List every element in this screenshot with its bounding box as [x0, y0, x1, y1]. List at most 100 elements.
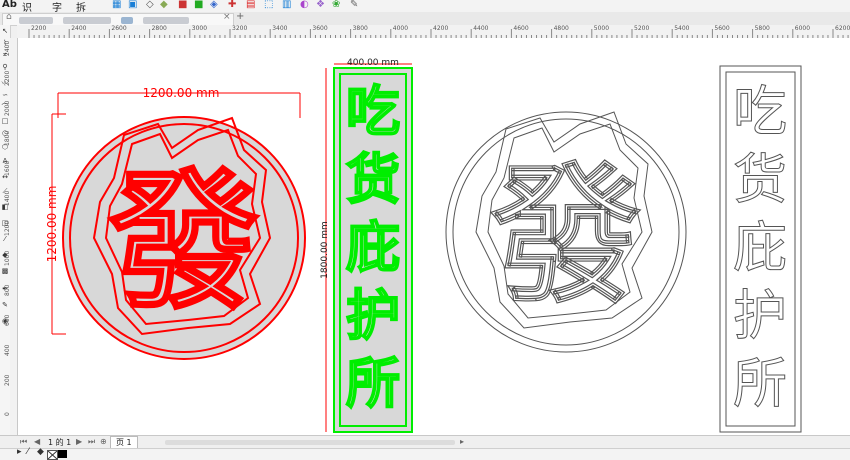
ruler-y-label: 400 — [4, 344, 11, 356]
ruler-y-label: 1600 — [4, 160, 11, 176]
outline-icon[interactable]: ▤ — [246, 0, 255, 10]
grid-icon[interactable]: ▦ — [112, 0, 121, 10]
page-navigator: ⏮ ◀ 1 的 1 ▶ ⏭ ⊕ 页 1 ▸ — [0, 435, 850, 449]
ruler-y-label: 1400 — [4, 190, 11, 206]
add-tab-icon[interactable]: + — [236, 11, 244, 22]
text-tool-icon[interactable]: Ab — [2, 0, 17, 10]
color-status-bar: ▸ ⁄ ◆ — [0, 447, 850, 460]
vertical-ruler: 2400 2200 2000 1800 1600 1400 1200 1000 800 600 40… — [4, 38, 18, 435]
horizontal-ruler: 2200 2400 2600 2800 3000 3200 3400 3600 3800 4000… — [17, 25, 850, 39]
outline-banner-char-4: 护 — [733, 284, 787, 347]
ruler-y-label: 1000 — [4, 250, 11, 266]
ruler-x-label: 3600 — [312, 25, 328, 32]
scroll-right-icon[interactable]: ▸ — [460, 437, 464, 446]
pattern-icon[interactable]: ▩ — [1, 267, 9, 275]
ruler-x-label: 3200 — [232, 25, 248, 32]
document-tab[interactable]: ⌂ × — [2, 12, 234, 25]
circle-outline-design[interactable]: 發 — [445, 111, 687, 353]
ruler-x-label: 5000 — [593, 25, 610, 32]
ruler-y-label: 1800 — [4, 130, 11, 146]
ruler-x-label: 4600 — [513, 25, 529, 32]
banner-height-dimension: 1800.00 mm — [320, 221, 330, 279]
arrange-icon[interactable]: ⬚ — [264, 0, 273, 10]
canvas-svg: 發 1200.00 mm 1200.00 mm 吃 货 庇 护 所 400.00… — [45, 58, 802, 433]
pointer-icon[interactable]: ↖ — [1, 27, 9, 35]
ruler-x-label: 4800 — [553, 25, 569, 32]
banner-char-5: 所 — [346, 352, 400, 415]
ruler-x-label: 5600 — [714, 25, 730, 32]
ruler-x-label: 5800 — [754, 25, 770, 32]
black-swatch[interactable] — [58, 450, 67, 458]
horizontal-scrollbar[interactable] — [165, 440, 455, 445]
transform-icon[interactable]: ◈ — [210, 0, 218, 10]
ruler-y-label: 800 — [4, 284, 11, 296]
banner-outline-design[interactable]: 吃 货 庇 护 所 — [719, 65, 802, 433]
ruler-y-label: 200 — [4, 374, 11, 386]
ruler-x-label: 2600 — [111, 25, 127, 32]
ruler-x-label: 4400 — [473, 25, 489, 32]
eyedropper-status-icon[interactable]: ⁄ — [27, 447, 29, 457]
page-count-label: 1 的 1 — [48, 438, 72, 447]
banner-char-4: 护 — [346, 284, 400, 347]
node-icon[interactable]: ◇ — [146, 0, 154, 10]
ruler-x-label: 3400 — [272, 25, 288, 32]
group-icon[interactable]: ▥ — [282, 0, 291, 10]
outline-pen-icon[interactable]: ✎ — [1, 301, 9, 309]
add-page-icon[interactable]: ⊕ — [100, 437, 107, 446]
ruler-x-label: 5200 — [634, 25, 650, 32]
last-page-icon[interactable]: ⏭ — [88, 437, 95, 447]
banner-width-dimension: 400.00 mm — [347, 58, 399, 68]
ruler-x-label: 2200 — [31, 25, 47, 32]
outline-banner-char-1: 吃 — [733, 80, 787, 143]
outline-banner-char-2: 货 — [733, 148, 787, 211]
banner-char-2: 货 — [346, 148, 400, 211]
no-fill-icon — [48, 451, 57, 459]
ruler-y-label: 1200 — [4, 220, 11, 236]
pen-icon[interactable]: ✎ — [350, 0, 358, 10]
bezier-icon[interactable]: ∽ — [1, 91, 9, 99]
combine-icon[interactable]: ◐ — [300, 0, 309, 10]
ruler-x-label: 5400 — [674, 25, 690, 32]
ruler-x-label: 2400 — [71, 25, 87, 32]
fill-status-icon[interactable]: ◆ — [37, 447, 44, 457]
ruler-x-label: 6000 — [794, 25, 811, 32]
leaf-icon[interactable]: ❀ — [332, 0, 340, 10]
circle-badge-design[interactable]: 發 1200.00 mm 1200.00 mm — [45, 86, 306, 360]
align-icon[interactable]: ▣ — [128, 0, 137, 10]
circle-height-dimension: 1200.00 mm — [45, 186, 59, 263]
drawing-canvas[interactable]: 發 1200.00 mm 1200.00 mm 吃 货 庇 护 所 400.00… — [18, 38, 850, 435]
eyedropper-icon[interactable]: ⁄ — [1, 235, 9, 243]
outline-circle-glyph: 發 — [490, 150, 641, 324]
vertical-banner-design[interactable]: 吃 货 庇 护 所 400.00 mm 1800.00 mm — [320, 58, 413, 433]
next-page-icon[interactable]: ▶ — [76, 437, 82, 446]
ruler-y-label: 0 — [4, 412, 11, 416]
outline-banner-char-5: 所 — [733, 352, 787, 415]
ruler-x-label: 3800 — [352, 25, 368, 32]
ruler-x-label: 3000 — [191, 25, 208, 32]
rectangle-icon[interactable]: □ — [1, 117, 9, 125]
ruler-x-label: 2800 — [151, 25, 167, 32]
close-tab-icon[interactable]: × — [223, 12, 231, 22]
outline-banner-char-3: 庇 — [733, 216, 787, 279]
ruler-x-label: 6200 — [835, 25, 850, 32]
arrow-icon[interactable]: ▸ — [17, 447, 22, 457]
home-icon[interactable]: ⌂ — [6, 12, 12, 22]
circle-glyph: 發 — [108, 156, 259, 330]
ruler-y-label: 2200 — [4, 70, 11, 86]
shape-icon[interactable]: ◆ — [160, 0, 168, 10]
ruler-y-label: 600 — [4, 314, 11, 326]
document-tab-bar: ⌂ × + — [0, 11, 850, 26]
weld-icon[interactable]: ✚ — [228, 0, 236, 10]
green-tool-icon[interactable]: ■ — [194, 0, 203, 10]
ruler-y-label: 2400 — [4, 40, 11, 56]
circle-width-dimension: 1200.00 mm — [143, 86, 220, 100]
ruler-y-label: 2000 — [4, 100, 11, 116]
first-page-icon[interactable]: ⏮ — [20, 437, 27, 447]
red-tool-icon[interactable]: ■ — [178, 0, 187, 10]
ruler-x-label: 4000 — [392, 25, 409, 32]
effect-icon[interactable]: ❖ — [316, 0, 325, 10]
banner-char-1: 吃 — [346, 80, 400, 143]
prev-page-icon[interactable]: ◀ — [34, 437, 40, 446]
ruler-x-label: 4200 — [433, 25, 449, 32]
banner-char-3: 庇 — [346, 216, 400, 279]
